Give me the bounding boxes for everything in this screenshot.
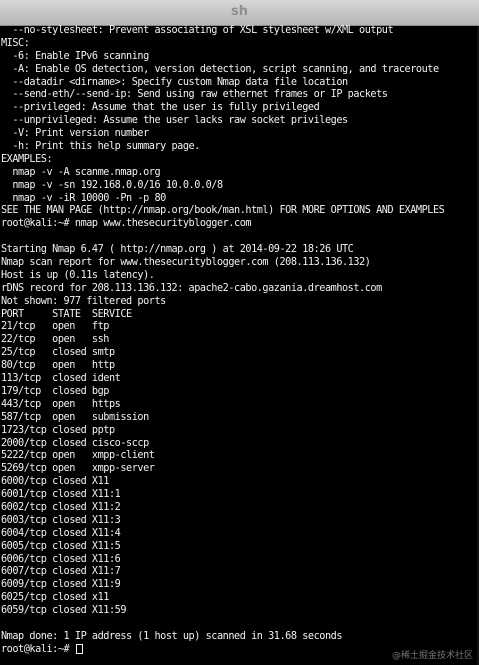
terminal-line: --privileged: Assume that the user is fu… bbox=[1, 102, 320, 114]
terminal-line: 6025/tcp closed x11 bbox=[1, 592, 109, 604]
terminal-line: --send-eth/--send-ip: Send using raw eth… bbox=[1, 89, 388, 101]
terminal-line: PORT STATE SERVICE bbox=[1, 308, 132, 320]
terminal-line: 5222/tcp open xmpp-client bbox=[1, 450, 155, 462]
terminal-line: nmap -v -A scanme.nmap.org bbox=[1, 166, 161, 178]
terminal-line: 1723/tcp closed pptp bbox=[1, 424, 115, 436]
window-title: sh bbox=[231, 4, 248, 19]
terminal-line: 6009/tcp closed X11:9 bbox=[1, 579, 121, 591]
terminal-line: -A: Enable OS detection, version detecti… bbox=[1, 63, 439, 75]
terminal-line: EXAMPLES: bbox=[1, 153, 53, 165]
terminal-line: 21/tcp open ftp bbox=[1, 321, 109, 333]
terminal-line: -6: Enable IPv6 scanning bbox=[1, 50, 149, 62]
terminal-line: 80/tcp open http bbox=[1, 360, 115, 372]
terminal-line: 6006/tcp closed X11:6 bbox=[1, 553, 121, 565]
terminal-line: 6003/tcp closed X11:3 bbox=[1, 514, 121, 526]
terminal-line: 6000/tcp closed X11 bbox=[1, 476, 109, 488]
title-bar[interactable]: sh bbox=[0, 0, 479, 26]
terminal-line: -V: Print version number bbox=[1, 128, 149, 140]
terminal-line: Host is up (0.11s latency). bbox=[1, 269, 155, 281]
terminal-line: Starting Nmap 6.47 ( http://nmap.org ) a… bbox=[1, 244, 354, 256]
terminal-window: sh --no-stylesheet: Prevent associating … bbox=[0, 0, 479, 665]
terminal-line: 179/tcp closed bgp bbox=[1, 385, 109, 397]
terminal-line: 6004/tcp closed X11:4 bbox=[1, 527, 121, 539]
terminal-line: nmap -v -sn 192.168.0.0/16 10.0.0.0/8 bbox=[1, 179, 223, 191]
terminal-line: 25/tcp closed smtp bbox=[1, 347, 115, 359]
terminal-line: 6059/tcp closed X11:59 bbox=[1, 605, 127, 617]
terminal-line: --no-stylesheet: Prevent associating of … bbox=[1, 25, 394, 36]
terminal-line: root@kali:~# nmap www.thesecurityblogger… bbox=[1, 218, 252, 230]
terminal-line: rDNS record for 208.113.136.132: apache2… bbox=[1, 282, 382, 294]
terminal-line: 6005/tcp closed X11:5 bbox=[1, 540, 121, 552]
terminal-line: --unprivileged: Assume the user lacks ra… bbox=[1, 115, 348, 127]
terminal-line: Nmap done: 1 IP address (1 host up) scan… bbox=[1, 630, 343, 642]
terminal-line: Not shown: 977 filtered ports bbox=[1, 295, 166, 307]
terminal-line: 6007/tcp closed X11:7 bbox=[1, 566, 121, 578]
terminal-line: 113/tcp closed ident bbox=[1, 373, 121, 385]
terminal-line: 22/tcp open ssh bbox=[1, 334, 109, 346]
terminal-line: 6001/tcp closed X11:1 bbox=[1, 489, 121, 501]
terminal-line: 6002/tcp closed X11:2 bbox=[1, 501, 121, 513]
terminal-line: 2000/tcp closed cisco-sccp bbox=[1, 437, 149, 449]
terminal-line: -h: Print this help summary page. bbox=[1, 141, 200, 153]
terminal-line: 5269/tcp open xmpp-server bbox=[1, 463, 155, 475]
terminal-line: Nmap scan report for www.thesecurityblog… bbox=[1, 257, 371, 269]
watermark: @稀土掘金技术社区 bbox=[391, 651, 473, 661]
terminal-line: --datadir <dirname>: Specify custom Nmap… bbox=[1, 76, 348, 88]
text-cursor bbox=[75, 643, 83, 654]
terminal-line: nmap -v -iR 10000 -Pn -p 80 bbox=[1, 192, 166, 204]
terminal-output[interactable]: --no-stylesheet: Prevent associating of … bbox=[1, 25, 477, 665]
terminal-line: SEE THE MAN PAGE (http://nmap.org/book/m… bbox=[1, 205, 445, 217]
prompt-text: root@kali:~# bbox=[1, 643, 75, 655]
terminal-line: MISC: bbox=[1, 37, 30, 49]
terminal-line: 587/tcp open submission bbox=[1, 411, 149, 423]
terminal-line: 443/tcp open https bbox=[1, 398, 121, 410]
